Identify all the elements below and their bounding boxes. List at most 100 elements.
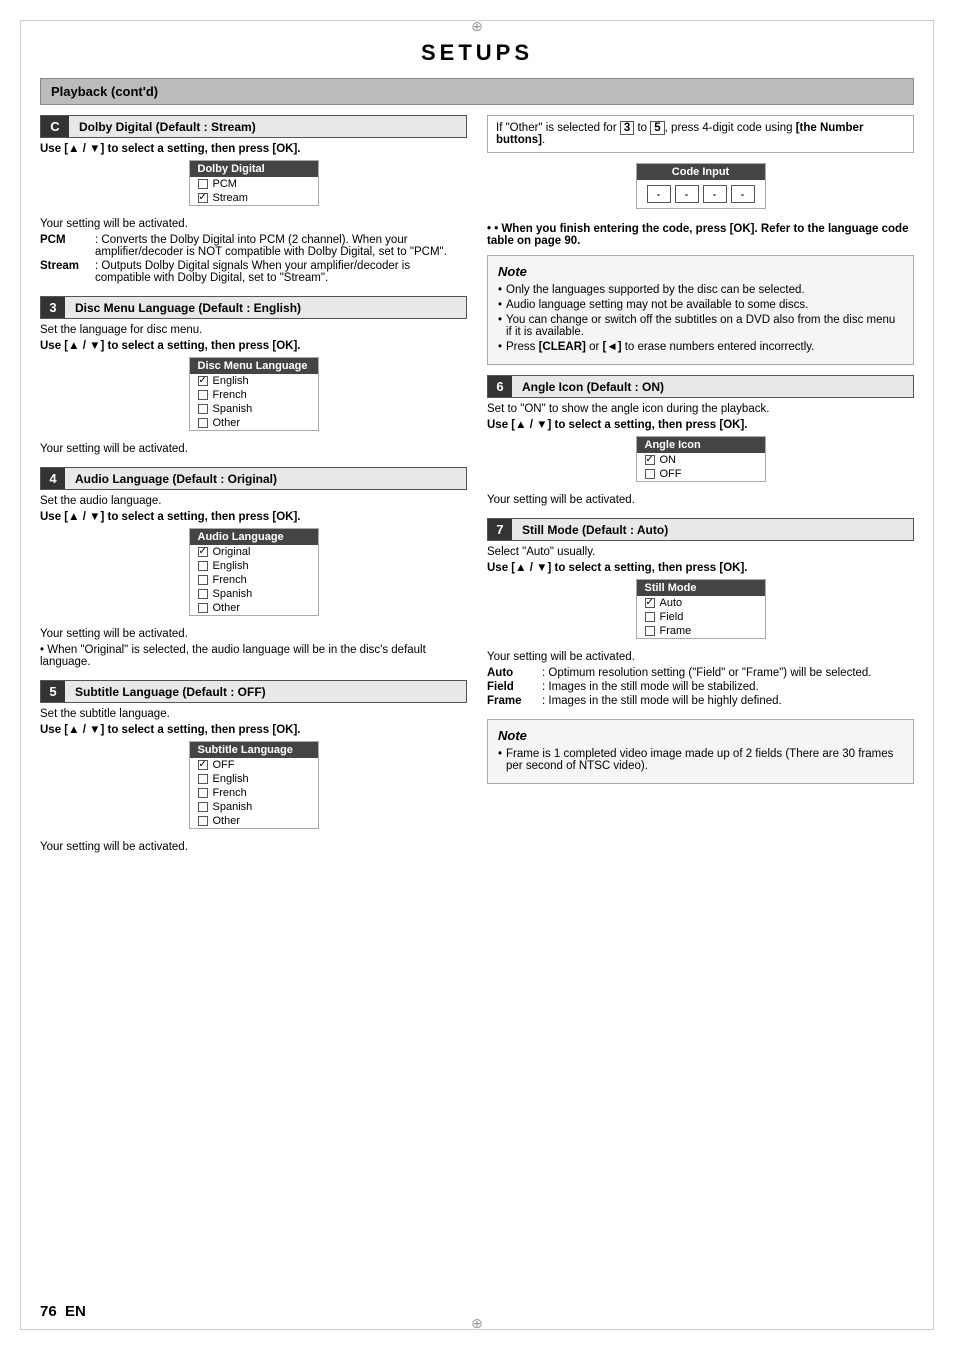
block-6-title: Angle Icon (Default : ON) <box>512 376 913 397</box>
right-column: If "Other" is selected for 3 to 5, press… <box>487 115 914 865</box>
block-7-frame-text: : Images in the still mode will be highl… <box>542 695 914 707</box>
block-3-check-english <box>198 376 208 386</box>
block-4-option-original: Original <box>190 545 318 559</box>
enter-code-text: • When you finish entering the code, pre… <box>487 223 908 247</box>
block-7-activated: Your setting will be activated. <box>487 651 914 663</box>
block-5-title: Subtitle Language (Default : OFF) <box>65 681 466 702</box>
block-5-desc: Set the subtitle language. <box>40 708 467 720</box>
block-7-label-frame: Frame <box>660 625 692 637</box>
block-6-option-off: OFF <box>637 467 765 481</box>
block-c-pcm-desc: PCM : Converts the Dolby Digital into PC… <box>40 234 467 258</box>
block-4-check-english <box>198 561 208 571</box>
left-column: C Dolby Digital (Default : Stream) Use [… <box>40 115 467 865</box>
code-input-container: Code Input - - - - <box>487 163 914 217</box>
block-3-check-other <box>198 418 208 428</box>
block-6-desc: Set to "ON" to show the angle icon durin… <box>487 403 914 415</box>
block-6-check-on <box>645 455 655 465</box>
block-6-label-on: ON <box>660 454 677 466</box>
block-7-option-field: Field <box>637 610 765 624</box>
block-5-option-other: Other <box>190 814 318 828</box>
block-6-header: 6 Angle Icon (Default : ON) <box>487 375 914 398</box>
block-5-option-off: OFF <box>190 758 318 772</box>
block-5-instruction: Use [▲ / ▼] to select a setting, then pr… <box>40 724 467 736</box>
right-intro-to: to <box>634 122 650 134</box>
note-item-1: Only the languages supported by the disc… <box>498 284 903 296</box>
block-3-label-french: French <box>213 389 247 401</box>
block-c-header: C Dolby Digital (Default : Stream) <box>40 115 467 138</box>
block-7-title: Still Mode (Default : Auto) <box>512 519 913 540</box>
code-field-4: - <box>731 185 755 203</box>
block-4-label-french: French <box>213 574 247 586</box>
block-3-check-spanish <box>198 404 208 414</box>
block-5-option-french: French <box>190 786 318 800</box>
block-c-descs: PCM : Converts the Dolby Digital into PC… <box>40 234 467 284</box>
block-4-label-other: Other <box>213 602 241 614</box>
page-footer: 76 EN <box>40 1303 86 1320</box>
block-c-stream-label: Stream <box>40 260 95 284</box>
block-5-check-other <box>198 816 208 826</box>
code-field-2: - <box>675 185 699 203</box>
block-4-num: 4 <box>41 468 65 489</box>
note-7-title: Note <box>498 728 903 743</box>
block-3-option-english: English <box>190 374 318 388</box>
block-3-label-spanish: Spanish <box>213 403 253 415</box>
block-3-header: 3 Disc Menu Language (Default : English) <box>40 296 467 319</box>
block-3-option-spanish: Spanish <box>190 402 318 416</box>
block-4-activated: Your setting will be activated. <box>40 628 467 640</box>
block-4-dropdown: Audio Language Original English French <box>189 528 319 616</box>
block-5-label-french: French <box>213 787 247 799</box>
block-c-label-pcm: PCM <box>213 178 237 190</box>
block-7-dropdown: Still Mode Auto Field Frame <box>636 579 766 639</box>
block-c-pcm-text: : Converts the Dolby Digital into PCM (2… <box>95 234 467 258</box>
block-5: 5 Subtitle Language (Default : OFF) Set … <box>40 680 467 853</box>
block-3-title: Disc Menu Language (Default : English) <box>65 297 466 318</box>
right-intro-period: . <box>542 134 545 146</box>
block-c: C Dolby Digital (Default : Stream) Use [… <box>40 115 467 284</box>
block-6-option-on: ON <box>637 453 765 467</box>
block-7-dropdown-header: Still Mode <box>637 580 765 596</box>
block-5-check-spanish <box>198 802 208 812</box>
block-4-label-original: Original <box>213 546 251 558</box>
code-input-box: Code Input - - - - <box>636 163 766 209</box>
block-7: 7 Still Mode (Default : Auto) Select "Au… <box>487 518 914 707</box>
note-title: Note <box>498 264 903 279</box>
block-4-check-spanish <box>198 589 208 599</box>
section-header: Playback (cont'd) <box>40 78 914 105</box>
block-4-header: 4 Audio Language (Default : Original) <box>40 467 467 490</box>
block-3-option-french: French <box>190 388 318 402</box>
block-7-check-frame <box>645 626 655 636</box>
code-field-1: - <box>647 185 671 203</box>
note-item-2: Audio language setting may not be availa… <box>498 299 903 311</box>
block-7-option-auto: Auto <box>637 596 765 610</box>
block-5-check-english <box>198 774 208 784</box>
block-c-letter: C <box>41 116 69 137</box>
note-box: Note Only the languages supported by the… <box>487 255 914 365</box>
block-6-instruction: Use [▲ / ▼] to select a setting, then pr… <box>487 419 914 431</box>
block-7-descs: Auto : Optimum resolution setting ("Fiel… <box>487 667 914 707</box>
block-5-label-off: OFF <box>213 759 235 771</box>
block-3-activated: Your setting will be activated. <box>40 443 467 455</box>
block-4-option-spanish: Spanish <box>190 587 318 601</box>
block-7-auto-label: Auto <box>487 667 542 679</box>
block-6: 6 Angle Icon (Default : ON) Set to "ON" … <box>487 375 914 506</box>
block-4-option-french: French <box>190 573 318 587</box>
right-intro-text2: , press 4-digit code using <box>665 122 796 134</box>
block-7-auto-text: : Optimum resolution setting ("Field" or… <box>542 667 914 679</box>
block-7-frame-label: Frame <box>487 695 542 707</box>
note-box-7: Note Frame is 1 completed video image ma… <box>487 719 914 784</box>
block-c-instruction: Use [▲ / ▼] to select a setting, then pr… <box>40 143 467 155</box>
note-7-item-1: Frame is 1 completed video image made up… <box>498 748 903 772</box>
block-5-check-off <box>198 760 208 770</box>
block-7-num: 7 <box>488 519 512 540</box>
right-intro-box: If "Other" is selected for 3 to 5, press… <box>487 115 914 153</box>
block-4-option-other: Other <box>190 601 318 615</box>
block-3-label-english: English <box>213 375 249 387</box>
block-3-check-french <box>198 390 208 400</box>
block-7-label-field: Field <box>660 611 684 623</box>
page-lang: EN <box>65 1303 86 1320</box>
block-5-header: 5 Subtitle Language (Default : OFF) <box>40 680 467 703</box>
block-7-label-auto: Auto <box>660 597 683 609</box>
block-7-check-auto <box>645 598 655 608</box>
code-input-header: Code Input <box>637 164 765 180</box>
block-3-label-other: Other <box>213 417 241 429</box>
